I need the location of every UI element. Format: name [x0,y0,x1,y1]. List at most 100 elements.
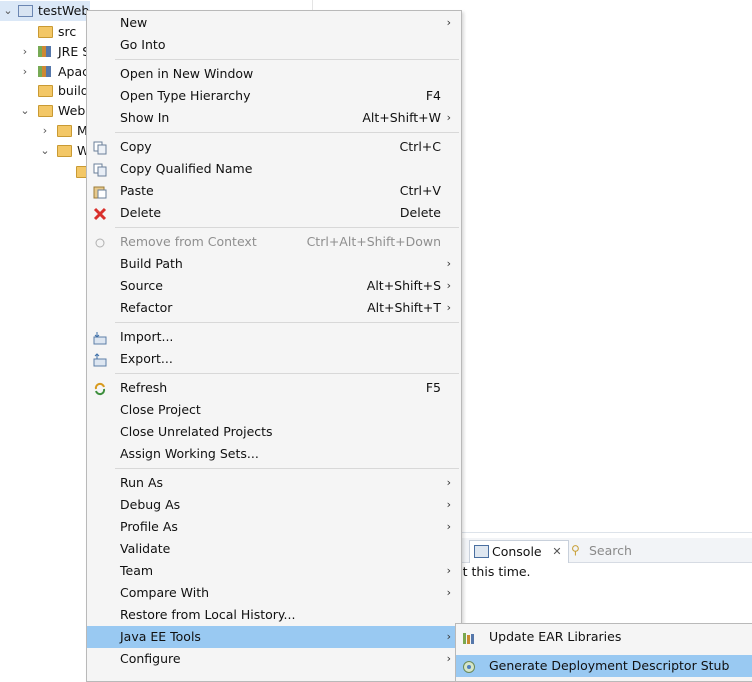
menu-item-refactor[interactable]: Refactor Alt+Shift+T › [87,297,461,319]
menu-item-shortcut: Ctrl+Alt+Shift+Down [306,234,441,249]
menu-item-open-type-hierarchy[interactable]: Open Type Hierarchy F4 [87,85,461,107]
submenu-arrow-icon: › [446,520,451,533]
menu-item-label: Refresh [120,380,168,395]
menu-item-configure[interactable]: Configure › [87,648,461,670]
export-icon [93,352,107,367]
menu-item-shortcut: Delete [399,205,441,220]
submenu-arrow-icon: › [446,564,451,577]
menu-item-label: Profile As [120,519,178,534]
menu-item-label: Refactor [120,300,173,315]
tree-item-testweb[interactable]: ⌄ testWeb [0,1,90,21]
menu-separator [115,468,459,469]
chevron-down-icon[interactable]: ⌄ [3,1,13,21]
tree-item-webcontent[interactable]: ⌄ Web [0,101,90,121]
menu-item-label: Compare With [120,585,210,600]
menu-item-shortcut: Alt+Shift+S [366,278,441,293]
folder-icon [57,145,72,157]
menu-item-build-path[interactable]: Build Path › [87,253,461,275]
tree-item-build[interactable]: build [0,81,90,101]
tab-search[interactable]: ⚲ Search [567,540,632,562]
menu-separator [115,322,459,323]
chevron-right-icon[interactable]: › [20,42,30,62]
close-icon[interactable]: ✕ [552,541,561,563]
menu-item-go-into[interactable]: Go Into [87,34,461,56]
menu-item-refresh[interactable]: Refresh F5 [87,377,461,399]
tree-item-label: build [58,83,89,98]
submenu-item-label: Update EAR Libraries [489,629,622,644]
menu-item-label: Team [120,563,154,578]
menu-item-label: Copy [120,139,152,154]
menu-separator [115,227,459,228]
menu-item-delete[interactable]: Delete Delete [87,202,461,224]
package-folder-icon [38,26,53,38]
submenu-arrow-icon: › [446,498,451,511]
copy-icon [93,140,107,155]
menu-item-close-unrelated-projects[interactable]: Close Unrelated Projects [87,421,461,443]
tree-item-src[interactable]: src [0,22,90,42]
menu-item-debug-as[interactable]: Debug As › [87,494,461,516]
menu-separator [115,132,459,133]
menu-item-label: Source [120,278,163,293]
refresh-icon [93,381,107,396]
menu-item-label: Restore from Local History... [120,607,296,622]
chevron-down-icon[interactable]: ⌄ [40,141,50,161]
menu-item-label: Open Type Hierarchy [120,88,251,103]
menu-item-label: Import... [120,329,174,344]
menu-item-shortcut: Ctrl+V [399,183,441,198]
tree-item-webinf[interactable]: ⌄ W [0,141,90,161]
chevron-down-icon[interactable]: ⌄ [20,101,30,121]
menu-item-run-as[interactable]: Run As › [87,472,461,494]
menu-separator [115,373,459,374]
menu-item-paste[interactable]: Paste Ctrl+V [87,180,461,202]
menu-item-profile-as[interactable]: Profile As › [87,516,461,538]
menu-item-validate[interactable]: Validate [87,538,461,560]
tree-item-lib[interactable] [0,162,91,182]
menu-item-copy-qualified-name[interactable]: Copy Qualified Name [87,158,461,180]
menu-item-restore-from-local-history[interactable]: Restore from Local History... [87,604,461,626]
menu-item-import[interactable]: Import... [87,326,461,348]
console-message: at this time. [455,564,531,579]
submenu-item-update-ear-libraries[interactable]: Update EAR Libraries [456,626,752,648]
submenu-item-generate-deployment-descriptor-stub[interactable]: Generate Deployment Descriptor Stub [456,655,752,677]
menu-item-java-ee-tools[interactable]: Java EE Tools › [87,626,461,648]
menu-item-show-in[interactable]: Show In Alt+Shift+W › [87,107,461,129]
tree-item-label: Apac [58,64,90,79]
menu-item-team[interactable]: Team › [87,560,461,582]
tab-console[interactable]: Console ✕ [469,540,569,563]
menu-item-shortcut: F5 [425,380,441,395]
folder-icon [57,125,72,137]
menu-item-remove-from-context: Remove from Context Ctrl+Alt+Shift+Down [87,231,461,253]
menu-item-compare-with[interactable]: Compare With › [87,582,461,604]
submenu-arrow-icon: › [446,257,451,270]
tab-label: Console [492,544,542,559]
menu-item-assign-working-sets[interactable]: Assign Working Sets... [87,443,461,465]
chevron-right-icon[interactable]: › [20,62,30,82]
deployment-descriptor-icon [462,659,476,673]
library-icon [38,66,51,77]
copy-qualified-name-icon [93,162,107,177]
menu-item-label: Run As [120,475,164,490]
submenu-arrow-icon: › [446,630,451,643]
menu-item-label: Go Into [120,37,166,52]
menu-item-open-in-new-window[interactable]: Open in New Window [87,63,461,85]
submenu-arrow-icon: › [446,301,451,314]
menu-item-close-project[interactable]: Close Project [87,399,461,421]
menu-item-label: Copy Qualified Name [120,161,253,176]
chevron-right-icon[interactable]: › [40,121,50,141]
menu-item-export[interactable]: Export... [87,348,461,370]
menu-item-copy[interactable]: Copy Ctrl+C [87,136,461,158]
menu-item-label: Configure [120,651,181,666]
menu-item-source[interactable]: Source Alt+Shift+S › [87,275,461,297]
submenu-arrow-icon: › [446,111,451,124]
project-icon [18,5,33,17]
paste-icon [93,184,107,199]
tree-item-metainf[interactable]: › M [0,121,90,141]
menu-item-new[interactable]: New › [87,12,461,34]
submenu-arrow-icon: › [446,279,451,292]
submenu-arrow-icon: › [446,16,451,29]
menu-item-shortcut: Alt+Shift+W [362,110,441,125]
tree-item-jre[interactable]: › JRE S [0,42,90,62]
ear-libraries-icon [462,630,476,644]
console-icon [474,545,489,558]
tree-item-apache[interactable]: › Apac [0,62,90,82]
